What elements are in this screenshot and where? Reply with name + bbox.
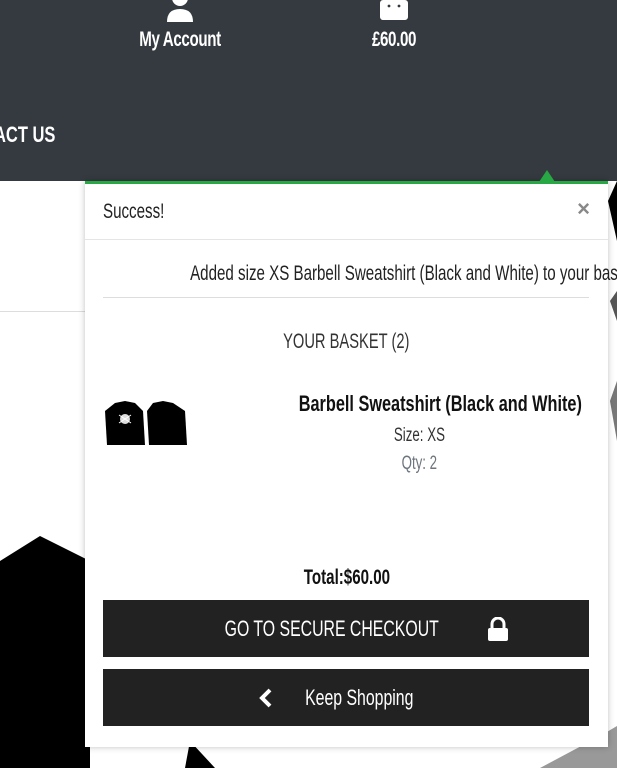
shopping-bag-icon (380, 0, 408, 20)
item-qty-text: Qty: 2 (401, 453, 437, 474)
my-account-link[interactable]: My Account (120, 0, 240, 52)
top-navbar: My Account £60.00 ACT US (0, 0, 617, 181)
toast-message-text: Added size XS Barbell Sweatshirt (Black … (190, 262, 617, 285)
toast-pointer-arrow (539, 170, 555, 182)
basket-heading: YOUR BASKET (2) (85, 330, 608, 354)
basket-heading-text: YOUR BASKET (2) (283, 330, 410, 353)
item-name[interactable]: Barbell Sweatshirt (Black and White) (299, 391, 582, 417)
user-icon (167, 0, 193, 22)
basket-total: £60.00 (371, 28, 417, 51)
nav-contact-us[interactable]: ACT US (0, 122, 55, 148)
lock-icon (487, 616, 508, 641)
toast-header: Success! × (85, 184, 608, 240)
toast-message: Added size XS Barbell Sweatshirt (Black … (103, 248, 617, 298)
item-size-text: Size: XS (393, 425, 445, 446)
basket-toast: Success! × Added size XS Barbell Sweatsh… (85, 170, 617, 747)
product-thumbnail[interactable] (105, 401, 189, 447)
checkout-button[interactable]: GO TO SECURE CHECKOUT (103, 600, 589, 657)
item-qty: Qty: 2 (249, 453, 589, 475)
item-size: Size: XS (249, 425, 589, 447)
basket-link[interactable]: £60.00 (334, 0, 454, 52)
banner-strip (0, 181, 90, 312)
keep-shopping-button[interactable]: Keep Shopping (103, 669, 589, 726)
keep-shopping-label: Keep Shopping (304, 684, 414, 710)
total-text: Total:$60.00 (303, 566, 390, 589)
close-icon[interactable]: × (577, 196, 590, 222)
my-account-label: My Account (139, 28, 221, 51)
basket-item: Barbell Sweatshirt (Black and White) Siz… (249, 391, 589, 475)
chevron-left-icon (258, 688, 272, 707)
toast-title: Success! (103, 200, 165, 223)
checkout-label: GO TO SECURE CHECKOUT (224, 615, 440, 641)
basket-total-row: Total:$60.00 (85, 566, 608, 590)
